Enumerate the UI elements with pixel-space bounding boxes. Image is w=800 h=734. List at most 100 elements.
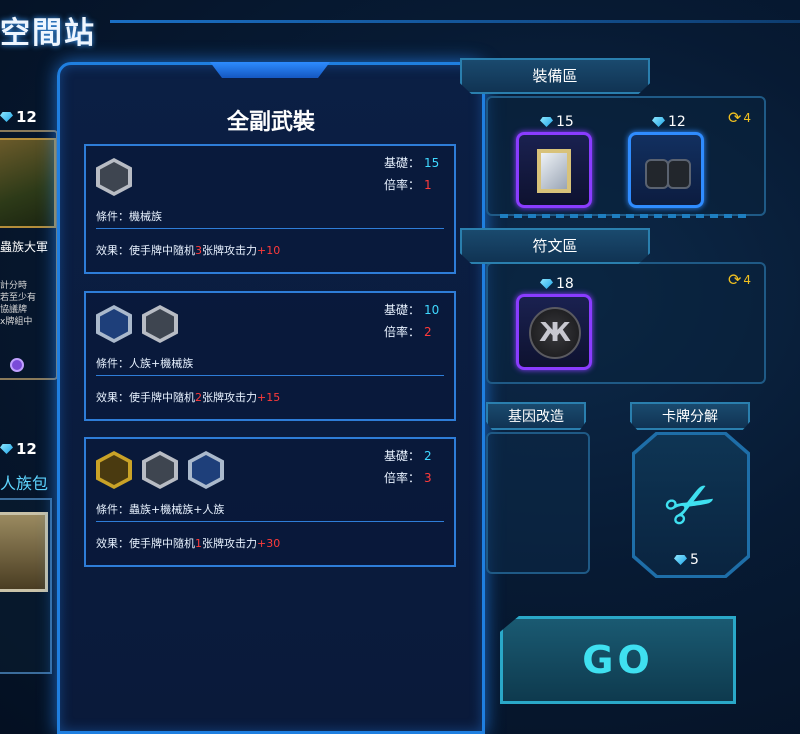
- binoculars-icon: [645, 153, 691, 189]
- refresh-count: 4: [743, 110, 752, 125]
- base-label: 基礎：: [383, 303, 420, 317]
- pack-cost-value: 12: [16, 440, 37, 458]
- mult-label: 倍率：: [383, 325, 420, 339]
- slot-cost-value: 15: [556, 114, 574, 130]
- rule-card: 基礎： 15 倍率： 1 條件：機械族 效果：使手牌中隨机3张牌攻击力+10: [84, 144, 456, 274]
- rule-card: 基礎： 10 倍率： 2 條件：人族+機械族 效果：使手牌中隨机2张牌攻击力+15: [84, 291, 456, 421]
- rune-icon: Ж: [529, 307, 581, 359]
- effect-prefix: 效果：使手牌中隨机: [96, 244, 195, 257]
- modal-title: 全副武裝: [226, 110, 315, 135]
- effect-bonus: +10: [257, 244, 281, 257]
- go-button[interactable]: GO: [500, 616, 736, 704]
- mech-race-hex-icon: [96, 158, 132, 196]
- effect-prefix: 效果：使手牌中隨机: [96, 391, 195, 404]
- base-label: 基礎：: [383, 449, 420, 463]
- diamond-icon: [674, 555, 687, 565]
- equipment-slot[interactable]: [516, 132, 592, 208]
- effect-count: 3: [195, 244, 202, 257]
- decompose-cost-value: 5: [690, 552, 699, 568]
- effect-text: 效果：使手牌中隨机2张牌攻击力+15: [96, 389, 280, 405]
- slot-cost: 12: [652, 114, 686, 130]
- gene-modify-slot[interactable]: [486, 432, 590, 574]
- mult-value: 2: [424, 325, 432, 339]
- equipment-slot[interactable]: [628, 132, 704, 208]
- card-art: [0, 138, 56, 228]
- card-cost-value: 12: [16, 108, 37, 126]
- condition-text: 條件：機械族: [96, 210, 162, 223]
- slot-cost: 18: [540, 276, 574, 292]
- card-name: 蟲族大軍: [0, 240, 49, 254]
- effect-prefix: 效果：使手牌中隨机: [96, 537, 195, 550]
- refresh-count: 4: [743, 272, 752, 287]
- base-value: 10: [424, 303, 440, 317]
- diamond-icon: [540, 279, 553, 289]
- card-desc-line: x牌組中: [0, 317, 33, 327]
- effect-count: 1: [195, 537, 202, 550]
- rule-divider: [96, 375, 444, 376]
- mirror-icon: [537, 149, 571, 193]
- diamond-icon: [540, 117, 553, 127]
- rule-divider: [96, 228, 444, 229]
- effect-mid: 张牌攻击力: [202, 244, 257, 257]
- gene-header: 基因改造: [486, 402, 586, 430]
- mech-race-hex-icon: [142, 305, 178, 343]
- rune-header: 符文區: [460, 228, 650, 264]
- mult-value: 3: [424, 471, 432, 485]
- decompose-header: 卡牌分解: [630, 402, 750, 430]
- card-desc-line: 若至少有: [0, 293, 37, 303]
- refresh-icon: ⟳: [728, 270, 742, 289]
- condition-text: 條件：人族+機械族: [96, 357, 194, 370]
- human-race-hex-icon: [188, 451, 224, 489]
- panel-stripe: [500, 214, 750, 218]
- effect-mid: 张牌攻击力: [202, 391, 257, 404]
- card-gem-icon: [10, 358, 24, 372]
- effect-text: 效果：使手牌中隨机3张牌攻击力+10: [96, 242, 280, 258]
- mult-stat: 倍率： 2: [384, 323, 442, 340]
- refresh-icon: ⟳: [728, 108, 742, 127]
- equipment-header: 裝備區: [460, 58, 650, 94]
- diamond-icon: [652, 117, 665, 127]
- modal-top-tab: [210, 62, 330, 78]
- page-title: 空間站: [0, 16, 96, 51]
- card-desc-line: 計分時: [0, 281, 28, 291]
- diamond-icon: [0, 444, 13, 454]
- human-race-hex-icon: [96, 305, 132, 343]
- mult-stat: 倍率： 1: [384, 176, 442, 193]
- mech-race-hex-icon: [142, 451, 178, 489]
- base-value: 15: [424, 156, 440, 170]
- effect-mid: 张牌攻击力: [202, 537, 257, 550]
- effect-bonus: +30: [257, 537, 281, 550]
- equipment-refresh[interactable]: ⟳ 4: [728, 108, 751, 127]
- card-description: 計分時 若至少有 協議牌 x牌組中: [0, 280, 36, 328]
- insect-race-hex-icon: [96, 451, 132, 489]
- rune-refresh[interactable]: ⟳ 4: [728, 270, 751, 289]
- base-label: 基礎：: [383, 156, 420, 170]
- pack-label: 人族包: [0, 474, 49, 493]
- rule-divider: [96, 521, 444, 522]
- slot-cost-value: 12: [668, 114, 686, 130]
- condition-hexes: [96, 305, 178, 343]
- condition-hexes: [96, 451, 224, 489]
- header-divider: [110, 20, 800, 23]
- decompose-cost: 5: [674, 552, 699, 568]
- effect-text: 效果：使手牌中隨机1张牌攻击力+30: [96, 535, 280, 551]
- diamond-icon: [0, 112, 13, 122]
- slot-cost-value: 18: [556, 276, 574, 292]
- mult-label: 倍率：: [383, 471, 420, 485]
- card-cost: 12: [0, 108, 37, 126]
- scissors-icon: ✂: [651, 462, 731, 548]
- base-value: 2: [424, 449, 432, 463]
- condition-text: 條件：蟲族+機械族+人族: [96, 503, 225, 516]
- mult-value: 1: [424, 178, 432, 192]
- rule-card: 基礎： 2 倍率： 3 條件：蟲族+機械族+人族 效果：使手牌中隨机1张牌攻击力+3…: [84, 437, 456, 567]
- mult-label: 倍率：: [383, 178, 420, 192]
- effect-count: 2: [195, 391, 202, 404]
- rune-slot[interactable]: Ж: [516, 294, 592, 370]
- card-desc-line: 協議牌: [0, 305, 28, 315]
- base-stat: 基礎： 2: [384, 447, 442, 464]
- slot-cost: 15: [540, 114, 574, 130]
- base-stat: 基礎： 10: [384, 301, 442, 318]
- condition-hexes: [96, 158, 132, 196]
- pack-art: [0, 512, 48, 592]
- effect-bonus: +15: [257, 391, 281, 404]
